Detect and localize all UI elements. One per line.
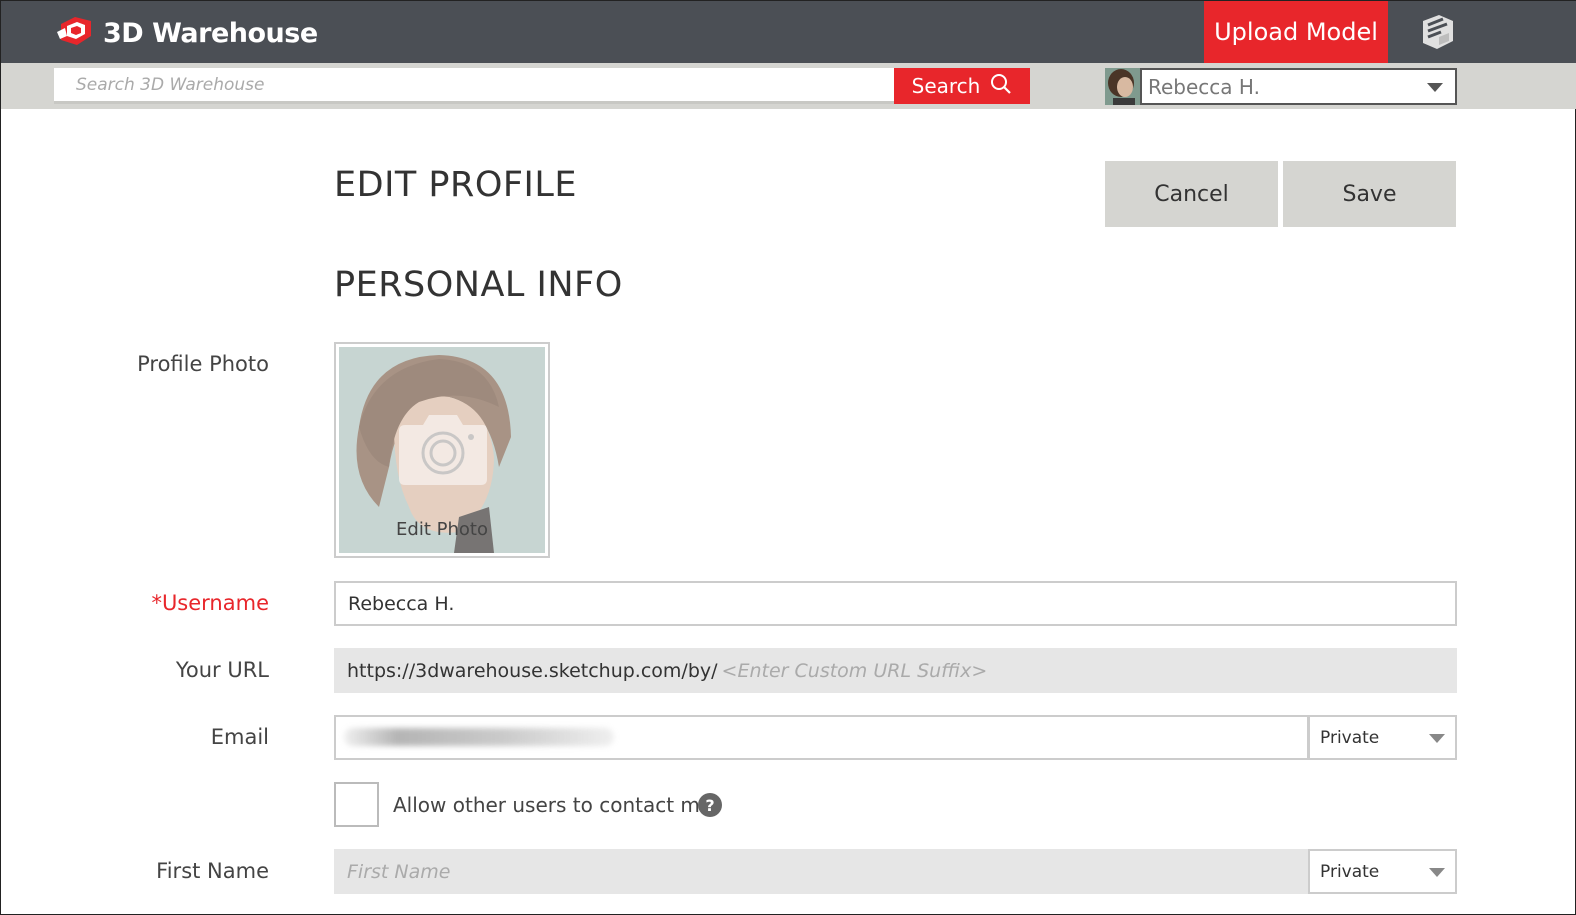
user-name: Rebecca H. xyxy=(1148,74,1260,99)
email-privacy-value: Private xyxy=(1320,727,1380,748)
logo-text: 3D Warehouse xyxy=(103,17,318,49)
search-button-label: Search xyxy=(911,74,981,98)
profile-photo: Edit Photo xyxy=(339,347,545,553)
sketchup-icon[interactable] xyxy=(1419,13,1455,55)
user-menu-dropdown[interactable]: Rebecca H. xyxy=(1140,68,1457,105)
url-field[interactable]: https://3dwarehouse.sketchup.com/by/ <En… xyxy=(334,648,1457,693)
first-name-field[interactable] xyxy=(334,849,1309,894)
page-title: EDIT PROFILE xyxy=(334,165,577,205)
chevron-down-icon xyxy=(1429,868,1445,877)
url-label: Your URL xyxy=(175,658,269,682)
search-button[interactable]: Search xyxy=(894,68,1030,104)
chevron-down-icon xyxy=(1429,734,1445,743)
username-label: *Username xyxy=(151,591,269,615)
email-privacy-select[interactable]: Private xyxy=(1308,715,1457,760)
cancel-button[interactable]: Cancel xyxy=(1105,161,1278,227)
logo[interactable]: 3D Warehouse xyxy=(57,13,318,53)
first-name-label: First Name xyxy=(156,859,269,883)
search-input[interactable] xyxy=(54,68,894,104)
section-title-personal-info: PERSONAL INFO xyxy=(334,265,623,305)
help-icon[interactable]: ? xyxy=(698,793,722,817)
upload-model-button[interactable]: Upload Model xyxy=(1204,1,1388,63)
email-label: Email xyxy=(210,725,269,749)
chevron-down-icon xyxy=(1427,83,1443,92)
edit-photo-label: Edit Photo xyxy=(396,519,488,540)
first-name-input[interactable] xyxy=(347,860,1309,883)
allow-contact-label[interactable]: Allow other users to contact me xyxy=(393,793,712,817)
user-avatar[interactable] xyxy=(1105,68,1140,105)
search-icon xyxy=(990,73,1012,100)
url-prefix: https://3dwarehouse.sketchup.com/by/ xyxy=(347,659,718,682)
email-value-redacted xyxy=(344,728,614,746)
first-name-privacy-value: Private xyxy=(1320,861,1380,882)
profile-photo-editor[interactable]: Edit Photo xyxy=(334,342,550,558)
username-input[interactable] xyxy=(334,581,1457,626)
camera-icon xyxy=(395,413,491,493)
save-button[interactable]: Save xyxy=(1283,161,1456,227)
first-name-privacy-select[interactable]: Private xyxy=(1308,849,1457,894)
allow-contact-checkbox[interactable] xyxy=(334,782,379,827)
url-suffix-placeholder: <Enter Custom URL Suffix> xyxy=(721,659,988,682)
profile-photo-label: Profile Photo xyxy=(137,352,269,376)
warehouse-logo-icon xyxy=(57,14,95,52)
top-nav-bar: 3D Warehouse Upload Model xyxy=(1,1,1576,63)
